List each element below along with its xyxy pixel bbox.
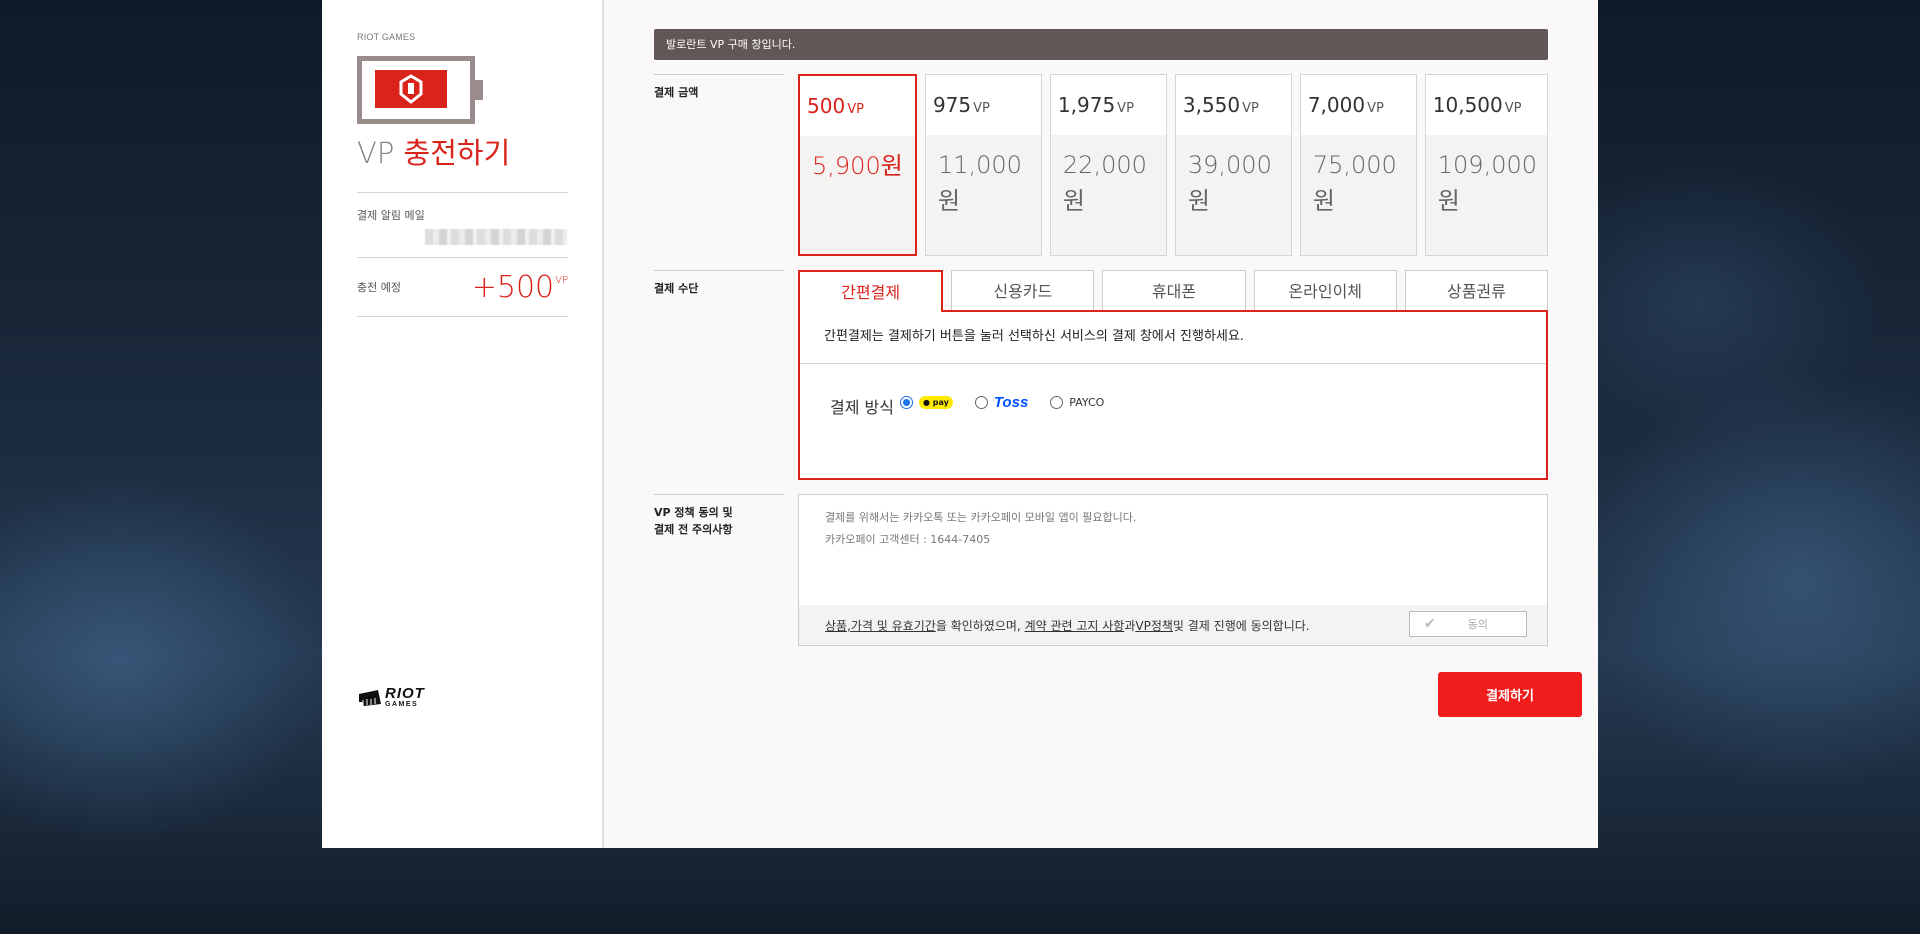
product-price: 11,000원	[937, 151, 1022, 215]
easy-pay-panel: 간편결제는 결제하기 버튼을 눌러 선택하신 서비스의 결제 창에서 진행하세요…	[798, 310, 1548, 480]
payment-window: RIOT GAMES VP 충전하기 결제 알림 메일 충전 예정 +500VP	[322, 0, 1598, 848]
product-card-5[interactable]: 10,500 VP 109,000원	[1424, 74, 1549, 256]
charge-value: +500VP	[471, 269, 568, 305]
product-card-2[interactable]: 1,975 VP 22,000원	[1049, 74, 1167, 256]
pay-button[interactable]: 결제하기	[1438, 672, 1582, 717]
amount-label: 결제 금액	[654, 74, 784, 256]
product-list: 500 VP 5,900원 975 VP 11,000원 1,975 VP 22,000원 3,5…	[798, 74, 1549, 256]
tab-2[interactable]: 휴대폰	[1102, 270, 1246, 310]
product-price: 75,000원	[1312, 151, 1397, 215]
check-icon: ✔	[1424, 616, 1436, 632]
page-title: VP 충전하기	[357, 130, 568, 172]
riot-games-small-label: RIOT GAMES	[357, 32, 416, 42]
product-card-0[interactable]: 500 VP 5,900원	[798, 74, 917, 256]
pay-method-options: 결제 방식 ● pay Toss PAYCO	[800, 364, 1546, 418]
payment-tabs: 간편결제 신용카드 휴대폰 온라인이체 상품권류	[798, 270, 1549, 312]
riot-games-logo: RIOT GAMES	[358, 686, 425, 708]
easy-pay-description: 간편결제는 결제하기 버튼을 눌러 선택하신 서비스의 결제 창에서 진행하세요…	[800, 312, 1546, 364]
agreement-bar: 상품,가격 및 유효기간 을 확인하였으며, 계약 관련 고지 사항 과 VP정책 …	[799, 605, 1547, 645]
charge-label: 충전 예정	[357, 281, 401, 294]
payco-logo: PAYCO	[1069, 395, 1105, 409]
vp-policy-link[interactable]: VP정책	[1135, 617, 1173, 634]
title-prefix: VP	[357, 136, 404, 170]
toss-logo: Toss	[993, 393, 1029, 411]
product-card-1[interactable]: 975 VP 11,000원	[924, 74, 1042, 256]
contract-notice-link[interactable]: 계약 관련 고지 사항	[1025, 617, 1125, 634]
kakaopay-logo: ● pay	[918, 395, 953, 409]
agree-text: 을 확인하였으며,	[935, 618, 1021, 633]
amount-row: 결제 금액 500 VP 5,900원 975 VP 11,000원 1,975 VP 22,0…	[654, 74, 1598, 256]
email-value-blurred	[425, 229, 567, 245]
riot-fist-icon	[359, 690, 381, 706]
main-content: 발로란트 VP 구매 창입니다. 결제 금액 500 VP 5,900원 975 VP 1…	[604, 0, 1598, 848]
kakaopay-option[interactable]: ● pay	[899, 395, 953, 409]
tab-3[interactable]: 온라인이체	[1253, 270, 1397, 310]
email-label: 결제 알림 메일	[357, 209, 425, 222]
toss-radio[interactable]	[974, 395, 988, 409]
method-row: 결제 수단 간편결제 신용카드 휴대폰 온라인이체 상품권류 간편결제는 결제하기 버튼…	[654, 270, 1598, 480]
notice-bar: 발로란트 VP 구매 창입니다.	[654, 29, 1548, 60]
policy-box: 결제를 위해서는 카카오톡 또는 카카오페이 모바일 앱이 필요합니다. 카카오…	[798, 494, 1548, 646]
kakaopay-radio[interactable]	[899, 395, 913, 409]
product-price: 109,000원	[1437, 151, 1538, 215]
product-card-4[interactable]: 7,000 VP 75,000원	[1299, 74, 1417, 256]
policy-line-1: 결제를 위해서는 카카오톡 또는 카카오페이 모바일 앱이 필요합니다.	[825, 511, 1137, 524]
product-vp: 10,500 VP	[1425, 75, 1548, 135]
agree-text: 및 결제 진행에 동의합니다.	[1172, 618, 1310, 633]
product-vp: 500 VP	[800, 76, 915, 136]
policy-line-2: 카카오페이 고객센터 : 1644-7405	[825, 533, 991, 546]
games-logo-text: GAMES	[385, 701, 419, 708]
product-vp: 1,975 VP	[1050, 75, 1166, 135]
policy-text: 결제를 위해서는 카카오톡 또는 카카오페이 모바일 앱이 필요합니다. 카카오…	[799, 495, 1547, 551]
product-vp: 975 VP	[925, 75, 1041, 135]
tab-4[interactable]: 상품권류	[1404, 270, 1549, 310]
policy-row: VP 정책 동의 및 결제 전 주의사항 결제를 위해서는 카카오톡 또는 카카…	[654, 494, 1598, 646]
payco-radio[interactable]	[1050, 395, 1064, 409]
method-label: 결제 수단	[654, 270, 784, 480]
charge-section: 충전 예정 +500VP	[357, 258, 568, 316]
product-terms-link[interactable]: 상품,가격 및 유효기간	[825, 617, 936, 634]
battery-icon	[357, 56, 483, 124]
policy-label-line2: 결제 전 주의사항	[654, 522, 733, 536]
product-price: 22,000원	[1062, 151, 1147, 215]
product-card-3[interactable]: 3,550 VP 39,000원	[1174, 74, 1292, 256]
product-vp: 3,550 VP	[1175, 75, 1291, 135]
riot-logo-text: RIOT	[385, 685, 425, 702]
agree-text: 과	[1124, 618, 1136, 633]
divider	[357, 316, 568, 317]
toss-option[interactable]: Toss	[974, 393, 1029, 411]
pay-method-label: 결제 방식	[830, 398, 894, 417]
agree-button-label: 동의	[1467, 618, 1488, 631]
tab-1[interactable]: 신용카드	[951, 270, 1095, 310]
sidebar: RIOT GAMES VP 충전하기 결제 알림 메일 충전 예정 +500VP	[322, 0, 604, 848]
tab-0[interactable]: 간편결제	[798, 270, 944, 312]
policy-label: VP 정책 동의 및 결제 전 주의사항	[654, 494, 784, 646]
policy-label-line1: VP 정책 동의 및	[654, 506, 733, 519]
product-price: 39,000원	[1187, 151, 1272, 215]
product-price: 5,900원	[812, 152, 903, 180]
agree-button[interactable]: ✔ 동의	[1409, 611, 1527, 637]
email-section: 결제 알림 메일	[357, 193, 568, 257]
payco-option[interactable]: PAYCO	[1050, 395, 1105, 409]
vp-logo-icon	[399, 74, 423, 104]
product-vp: 7,000 VP	[1300, 75, 1416, 135]
title-highlight: 충전하기	[403, 136, 511, 170]
